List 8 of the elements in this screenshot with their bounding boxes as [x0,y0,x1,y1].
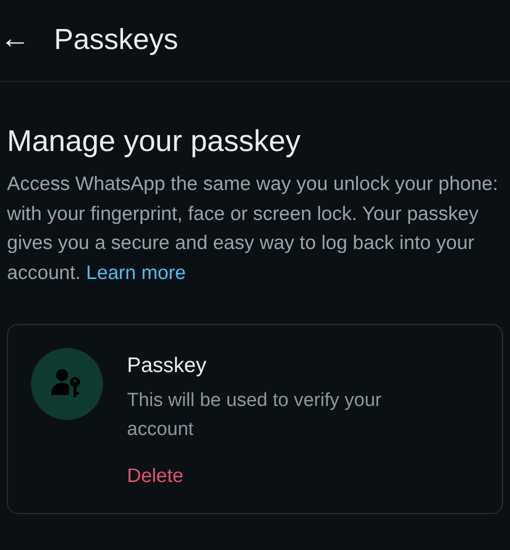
delete-button[interactable]: Delete [127,462,184,491]
screen-title: Passkeys [54,22,178,58]
passkey-description: This will be used to verify your account [127,388,382,442]
learn-more-link[interactable]: Learn more [86,262,186,284]
section-heading: Manage your passkey [7,124,302,160]
passkey-title: Passkey [127,353,206,379]
back-button[interactable]: ← [0,24,30,58]
description-text: Access WhatsApp the same way you unlock your phone: with your fingerprint, face or screen lock. Your passkey gives you a secure and easy way to log back into your account. Learn more [7,172,500,286]
